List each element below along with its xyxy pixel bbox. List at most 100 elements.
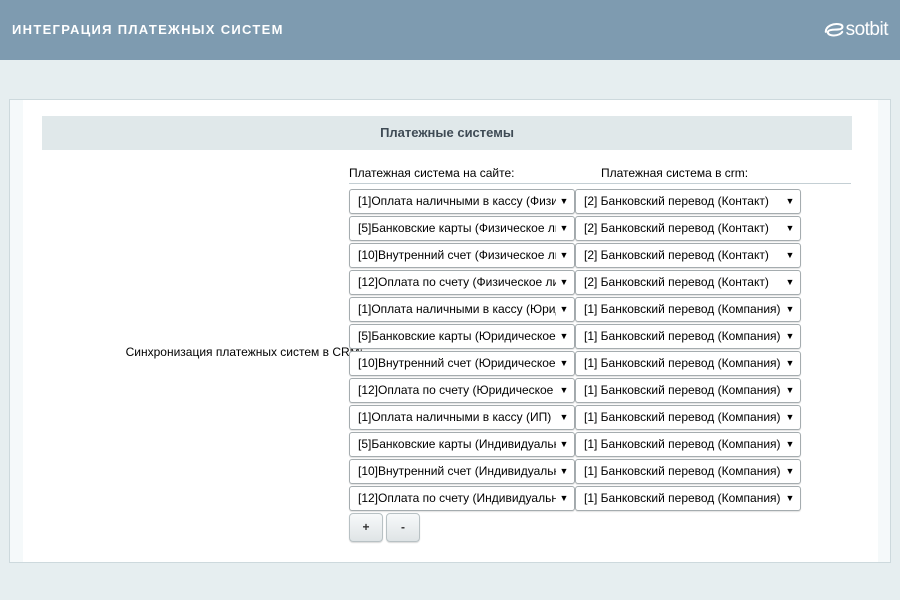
dropdown-arrow-icon: ▼: [558, 217, 570, 240]
select-value: [1] Банковский перевод (Компания): [584, 410, 781, 424]
select-value: [10]Внутренний счет (Индивидуальный пред…: [358, 464, 556, 478]
mapping-row: [5]Банковские карты (Физическое лицо)▼[2…: [349, 215, 801, 242]
dropdown-arrow-icon: ▼: [784, 379, 796, 402]
select-value: [12]Оплата по счету (Индивидуальный пред…: [358, 491, 556, 505]
select-value: [5]Банковские карты (Юридическое лицо): [358, 329, 556, 343]
select-value: [1]Оплата наличными в кассу (Физическое …: [358, 194, 556, 208]
select-value: [1]Оплата наличными в кассу (Юридическое…: [358, 302, 556, 316]
settings-panel-body: Платежные системы Синхронизация платежны…: [23, 100, 878, 562]
select-value: [2] Банковский перевод (Контакт): [584, 275, 769, 289]
select-value: [5]Банковские карты (Физическое лицо): [358, 221, 556, 235]
dropdown-arrow-icon: ▼: [558, 406, 570, 429]
dropdown-arrow-icon: ▼: [784, 325, 796, 348]
mapping-row: [12]Оплата по счету (Индивидуальный пред…: [349, 485, 801, 512]
dropdown-arrow-icon: ▼: [784, 460, 796, 483]
mapping-row: [10]Внутренний счет (Физическое лицо)▼[2…: [349, 242, 801, 269]
select-value: [2] Банковский перевод (Контакт): [584, 194, 769, 208]
dropdown-arrow-icon: ▼: [558, 190, 570, 213]
sotbit-logo: sotbit: [823, 17, 889, 43]
dropdown-arrow-icon: ▼: [784, 352, 796, 375]
mapping-row: [5]Банковские карты (Юридическое лицо)▼[…: [349, 323, 801, 350]
dropdown-arrow-icon: ▼: [784, 244, 796, 267]
crm-payment-select[interactable]: [1] Банковский перевод (Компания) ▼: [575, 486, 801, 511]
sotbit-logo-icon: [824, 23, 844, 37]
select-value: [1] Банковский перевод (Компания): [584, 302, 781, 316]
site-payment-select[interactable]: [5]Банковские карты (Юридическое лицо)▼: [349, 324, 575, 349]
dropdown-arrow-icon: ▼: [784, 217, 796, 240]
site-payment-select[interactable]: [1]Оплата наличными в кассу (Физическое …: [349, 189, 575, 214]
select-value: [1]Оплата наличными в кассу (ИП): [358, 410, 552, 424]
select-value: [2] Банковский перевод (Контакт): [584, 248, 769, 262]
payment-mapping-list: [1]Оплата наличными в кассу (Физическое …: [349, 188, 801, 512]
crm-payment-select[interactable]: [1] Банковский перевод (Компания) ▼: [575, 459, 801, 484]
crm-payment-select[interactable]: [1] Банковский перевод (Компания) ▼: [575, 432, 801, 457]
sync-row-label: Синхронизация платежных систем в CRM:: [125, 345, 363, 359]
dropdown-arrow-icon: ▼: [558, 352, 570, 375]
dropdown-arrow-icon: ▼: [558, 433, 570, 456]
header-divider: [349, 183, 851, 184]
dropdown-arrow-icon: ▼: [558, 244, 570, 267]
crm-payment-select[interactable]: [2] Банковский перевод (Контакт) ▼: [575, 243, 801, 268]
dropdown-arrow-icon: ▼: [784, 190, 796, 213]
site-payment-select[interactable]: [12]Оплата по счету (Индивидуальный пред…: [349, 486, 575, 511]
dropdown-arrow-icon: ▼: [784, 406, 796, 429]
mapping-row: [1]Оплата наличными в кассу (Физическое …: [349, 188, 801, 215]
select-value: [12]Оплата по счету (Физическое лицо): [358, 275, 556, 289]
select-value: [5]Банковские карты (Индивидуальный пред…: [358, 437, 556, 451]
select-value: [10]Внутренний счет (Юридическое лицо): [358, 356, 556, 370]
logo-text: sotbit: [845, 19, 889, 40]
site-payment-select[interactable]: [1]Оплата наличными в кассу (ИП) ▼: [349, 405, 575, 430]
crm-payment-select[interactable]: [1] Банковский перевод (Компания) ▼: [575, 405, 801, 430]
dropdown-arrow-icon: ▼: [784, 271, 796, 294]
crm-payment-select[interactable]: [1] Банковский перевод (Компания) ▼: [575, 351, 801, 376]
dropdown-arrow-icon: ▼: [784, 487, 796, 510]
select-value: [1] Банковский перевод (Компания): [584, 437, 781, 451]
dropdown-arrow-icon: ▼: [558, 379, 570, 402]
dropdown-arrow-icon: ▼: [558, 487, 570, 510]
select-value: [2] Банковский перевод (Контакт): [584, 221, 769, 235]
crm-payment-select[interactable]: [2] Банковский перевод (Контакт) ▼: [575, 270, 801, 295]
add-row-button[interactable]: +: [349, 513, 383, 542]
dropdown-arrow-icon: ▼: [558, 298, 570, 321]
mapping-row: [10]Внутренний счет (Юридическое лицо)▼[…: [349, 350, 801, 377]
site-payment-select[interactable]: [10]Внутренний счет (Индивидуальный пред…: [349, 459, 575, 484]
mapping-row: [10]Внутренний счет (Индивидуальный пред…: [349, 458, 801, 485]
dropdown-arrow-icon: ▼: [558, 460, 570, 483]
dropdown-arrow-icon: ▼: [784, 433, 796, 456]
crm-payment-select[interactable]: [2] Банковский перевод (Контакт) ▼: [575, 189, 801, 214]
select-value: [1] Банковский перевод (Компания): [584, 491, 781, 505]
select-value: [1] Банковский перевод (Компания): [584, 356, 781, 370]
dropdown-arrow-icon: ▼: [558, 325, 570, 348]
top-header-bar: ИНТЕГРАЦИЯ ПЛАТЕЖНЫХ СИСТЕМ sotbit: [0, 0, 900, 60]
mapping-row: [5]Банковские карты (Индивидуальный пред…: [349, 431, 801, 458]
site-payment-select[interactable]: [5]Банковские карты (Индивидуальный пред…: [349, 432, 575, 457]
site-payment-select[interactable]: [5]Банковские карты (Физическое лицо)▼: [349, 216, 575, 241]
crm-payment-select[interactable]: [1] Банковский перевод (Компания) ▼: [575, 297, 801, 322]
row-controls: + -: [349, 513, 423, 542]
remove-row-button[interactable]: -: [386, 513, 420, 542]
select-value: [1] Банковский перевод (Компания): [584, 329, 781, 343]
select-value: [1] Банковский перевод (Компания): [584, 464, 781, 478]
select-value: [12]Оплата по счету (Юридическое лицо): [358, 383, 556, 397]
mapping-row: [12]Оплата по счету (Юридическое лицо)▼[…: [349, 377, 801, 404]
page-title: ИНТЕГРАЦИЯ ПЛАТЕЖНЫХ СИСТЕМ: [12, 22, 284, 37]
mapping-row: [1]Оплата наличными в кассу (ИП) ▼ [1] Бан…: [349, 404, 801, 431]
dropdown-arrow-icon: ▼: [784, 298, 796, 321]
site-payment-select[interactable]: [10]Внутренний счет (Юридическое лицо)▼: [349, 351, 575, 376]
crm-payment-select[interactable]: [1] Банковский перевод (Компания) ▼: [575, 378, 801, 403]
dropdown-arrow-icon: ▼: [558, 271, 570, 294]
crm-payment-select[interactable]: [2] Банковский перевод (Контакт) ▼: [575, 216, 801, 241]
site-payment-select[interactable]: [12]Оплата по счету (Юридическое лицо)▼: [349, 378, 575, 403]
site-payment-select[interactable]: [12]Оплата по счету (Физическое лицо) ▼: [349, 270, 575, 295]
crm-payment-select[interactable]: [1] Банковский перевод (Компания) ▼: [575, 324, 801, 349]
crm-column-header: Платежная система в crm:: [601, 166, 749, 180]
site-column-header: Платежная система на сайте:: [349, 166, 515, 180]
select-value: [10]Внутренний счет (Физическое лицо): [358, 248, 556, 262]
mapping-row: [1]Оплата наличными в кассу (Юридическое…: [349, 296, 801, 323]
select-value: [1] Банковский перевод (Компания): [584, 383, 781, 397]
section-heading: Платежные системы: [42, 116, 852, 150]
mapping-row: [12]Оплата по счету (Физическое лицо) ▼ [2…: [349, 269, 801, 296]
settings-panel: Платежные системы Синхронизация платежны…: [9, 99, 891, 563]
site-payment-select[interactable]: [10]Внутренний счет (Физическое лицо)▼: [349, 243, 575, 268]
site-payment-select[interactable]: [1]Оплата наличными в кассу (Юридическое…: [349, 297, 575, 322]
